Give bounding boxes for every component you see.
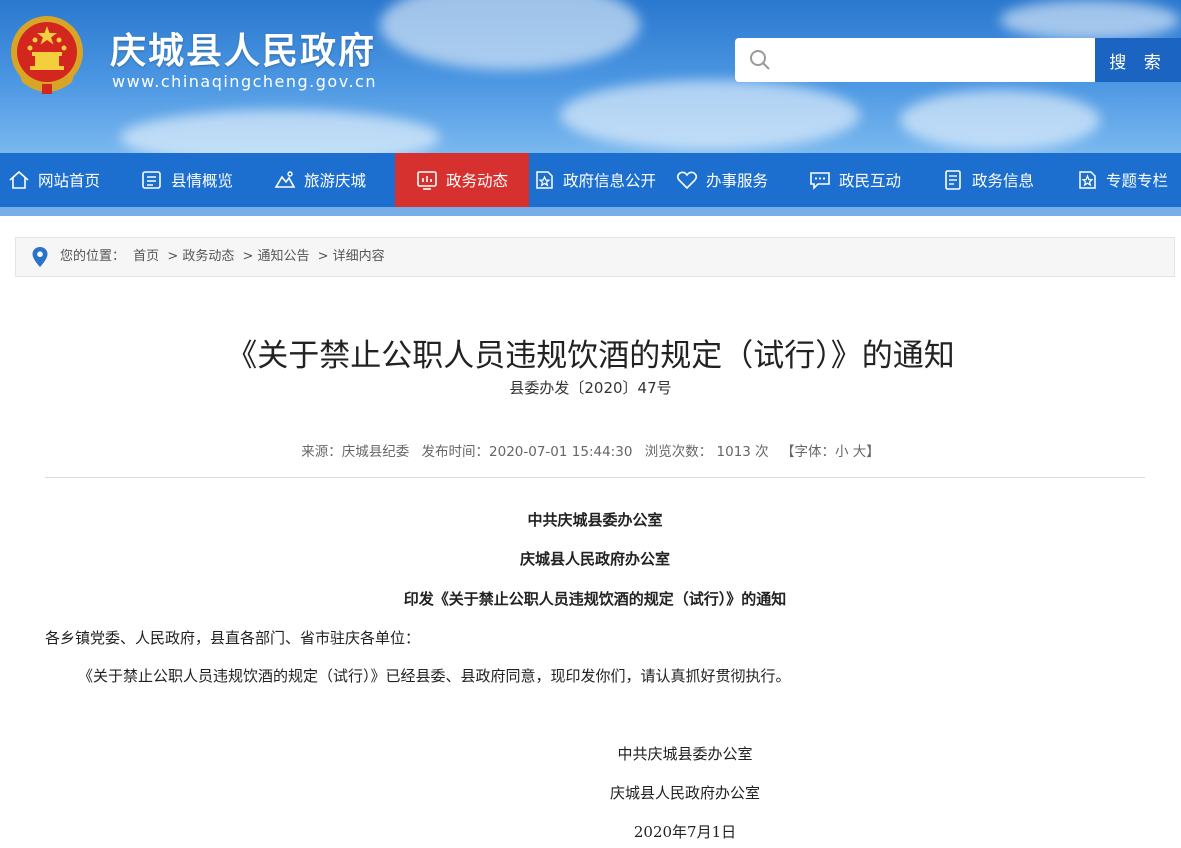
document-number: 县委办发〔2020〕47号 (509, 379, 672, 397)
breadcrumb-prefix: 您的位置： (60, 249, 126, 264)
article-meta: 来源：庆城县纪委 发布时间：2020-07-01 15:44:30 浏览次数： … (0, 440, 1181, 460)
addressee: 各乡镇党委、人民政府，县直各部门、省市驻庆各单位： (45, 629, 421, 647)
nav-item-tourism[interactable]: 旅游庆城 (274, 153, 366, 207)
nav-item-label: 政府信息公开 (563, 172, 657, 190)
star-file-icon (1079, 171, 1096, 189)
search-button[interactable]: 搜 索 (1095, 38, 1181, 82)
search-input[interactable] (783, 44, 1087, 78)
nav-item-info-disclosure[interactable]: 政府信息公开 (533, 153, 656, 207)
document-list-icon (142, 171, 161, 189)
signature-line-2: 庆城县人民政府办公室 (609, 784, 760, 802)
nav-item-news[interactable]: 政务动态 (395, 153, 529, 207)
nav-underline (0, 207, 1181, 216)
issuer-line-1: 中共庆城县委办公室 (527, 511, 663, 529)
article-views: 浏览次数： 1013 次 (644, 444, 769, 460)
site-title[interactable]: 庆城县人民政府 (110, 22, 376, 74)
search-icon (750, 50, 770, 70)
nav-item-special[interactable]: 专题专栏 (1076, 153, 1168, 207)
breadcrumb-home-link[interactable]: 首页 (133, 249, 159, 264)
nav-item-label: 专题专栏 (1106, 172, 1169, 190)
site-header: 庆城县人民政府 www.chinaqingcheng.gov.cn 搜 索 (0, 0, 1181, 153)
nav-item-label: 办事服务 (706, 172, 769, 190)
nav-item-label: 旅游庆城 (304, 172, 367, 190)
mountain-icon (274, 171, 296, 188)
chat-icon (810, 172, 830, 190)
national-emblem-icon[interactable] (8, 12, 86, 96)
main-nav: 网站首页 县情概览 旅游庆城 政务动态 政府信息公开 办事服务 政民互动 政务信… (0, 153, 1181, 207)
signature-line-1: 中共庆城县委办公室 (617, 745, 753, 763)
article-title: 《关于禁止公职人员违规饮酒的规定（试行）》的通知 (226, 338, 955, 374)
article-source: 来源：庆城县纪委 (301, 444, 410, 460)
heart-hand-icon (676, 171, 698, 190)
divider (45, 477, 1145, 478)
nav-item-overview[interactable]: 县情概览 (141, 153, 233, 207)
notice-heading: 印发《关于禁止公职人员违规饮酒的规定（试行）》的通知 (403, 590, 787, 608)
breadcrumb: 您的位置： 首页 > 政务动态 > 通知公告 > 详细内容 (15, 237, 1175, 277)
site-url: www.chinaqingcheng.gov.cn (112, 72, 377, 91)
body-paragraph: 《关于禁止公职人员违规饮酒的规定（试行）》已经县委、县政府同意，现印发你们，请认… (78, 667, 791, 685)
nav-item-label: 政务信息 (972, 172, 1035, 190)
file-info-icon (945, 170, 961, 190)
nav-item-home[interactable]: 网站首页 (8, 153, 100, 207)
font-size-toggle[interactable]: 【字体：小 大】 (781, 444, 880, 460)
location-pin-icon (32, 247, 48, 267)
issuer-line-2: 庆城县人民政府办公室 (519, 550, 670, 568)
signature-date: 2020年7月1日 (633, 823, 737, 841)
home-icon (9, 170, 29, 189)
nav-item-interaction[interactable]: 政民互动 (809, 153, 901, 207)
star-document-icon (536, 171, 553, 189)
nav-item-services[interactable]: 办事服务 (676, 153, 768, 207)
nav-item-label: 政民互动 (839, 172, 902, 190)
breadcrumb-news-link[interactable]: > 政务动态 (167, 249, 234, 264)
search-box[interactable] (735, 38, 1095, 82)
nav-item-label: 县情概览 (171, 172, 234, 190)
breadcrumb-current: > 详细内容 (317, 249, 385, 264)
nav-item-label: 网站首页 (38, 172, 101, 190)
nav-item-gov-info[interactable]: 政务信息 (942, 153, 1034, 207)
article-publish-time: 发布时间：2020-07-01 15:44:30 (421, 444, 633, 460)
breadcrumb-notices-link[interactable]: > 通知公告 (242, 249, 309, 264)
chart-screen-icon (417, 171, 437, 190)
nav-item-label: 政务动态 (445, 172, 508, 190)
